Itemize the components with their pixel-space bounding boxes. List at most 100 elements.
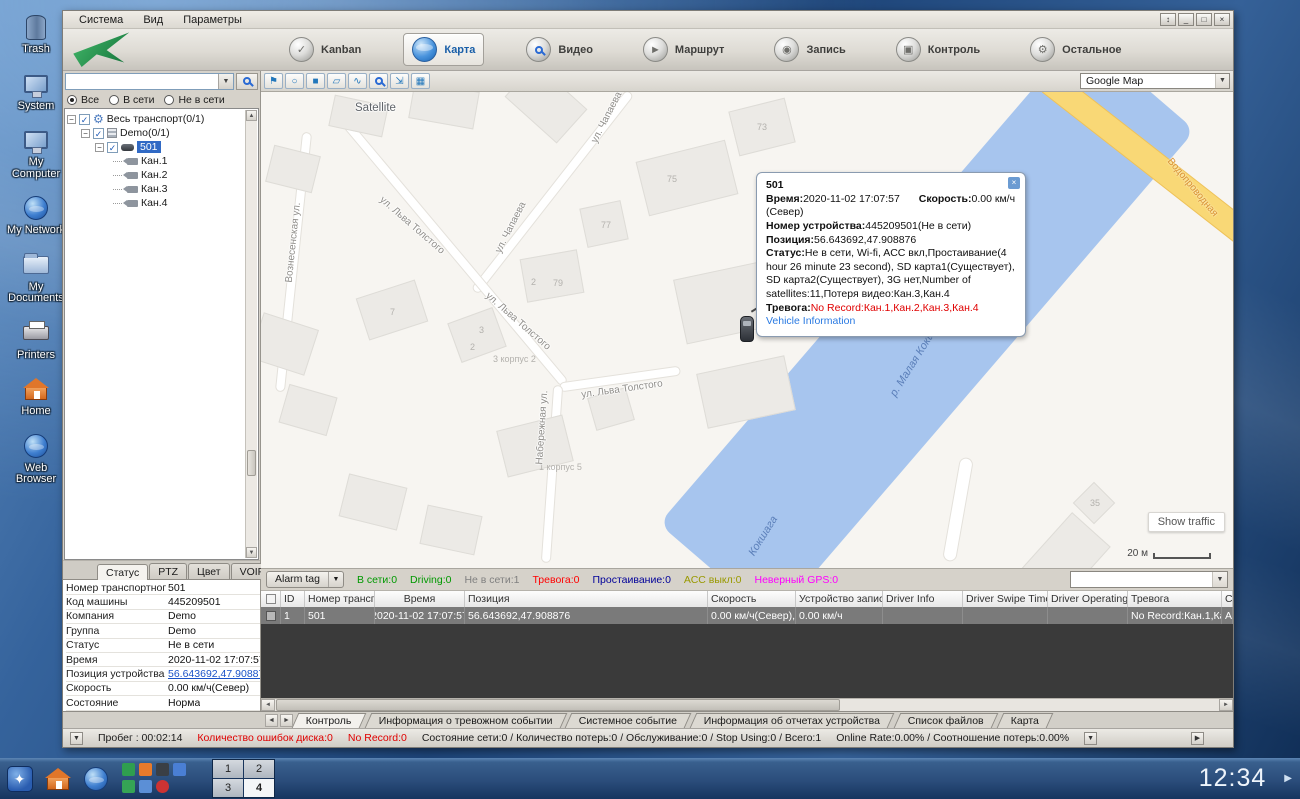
tab-device-reports[interactable]: Информация об отчетах устройства — [690, 713, 895, 728]
tray-icon[interactable] — [173, 763, 186, 776]
polyline-tool-icon[interactable]: ∿ — [348, 73, 367, 89]
checkbox-checked[interactable]: ✓ — [79, 114, 90, 125]
desktop-icon-my-documents[interactable]: My Documents — [4, 250, 68, 305]
tab-color[interactable]: Цвет — [188, 563, 230, 579]
desktop-icon-trash[interactable]: Trash — [4, 12, 68, 56]
toolbar-video-button[interactable]: Видео — [518, 34, 601, 65]
taskbar-home-button[interactable] — [44, 765, 71, 792]
tree-node-channel-3[interactable]: Кан.3 — [67, 182, 256, 196]
tray-icon[interactable] — [156, 780, 169, 793]
toolbar-other-button[interactable]: ⚙ Остальное — [1022, 34, 1129, 65]
zoom-tool-icon[interactable] — [369, 73, 388, 89]
radio-all[interactable] — [67, 95, 77, 105]
alarm-filter-combo[interactable]: ▼ — [1070, 571, 1228, 588]
status-dropdown-icon[interactable]: ▼ — [1084, 732, 1097, 745]
status-dropdown-icon[interactable]: ▼ — [70, 732, 83, 745]
square-tool-icon[interactable]: ■ — [306, 73, 325, 89]
tree-node-channel-4[interactable]: Кан.4 — [67, 196, 256, 210]
menu-parameters[interactable]: Параметры — [173, 14, 252, 26]
tray-icon[interactable] — [139, 763, 152, 776]
tab-map[interactable]: Карта — [996, 713, 1053, 728]
workspace-1[interactable]: 1 — [213, 760, 243, 778]
checkbox-checked[interactable]: ✓ — [107, 142, 118, 153]
scrollbar-thumb[interactable] — [276, 699, 840, 711]
shade-button[interactable]: ↕ — [1160, 13, 1176, 26]
minimize-button[interactable]: _ — [1178, 13, 1194, 26]
menu-system[interactable]: Система — [69, 14, 133, 26]
tree-node-group[interactable]: − ✓ Demo(0/1) — [67, 126, 256, 140]
toolbar-map-button[interactable]: Карта — [403, 33, 484, 66]
position-link[interactable]: 56.643692,47.908876 — [168, 668, 260, 680]
vehicle-information-link[interactable]: Vehicle Information — [766, 315, 855, 327]
scroll-down-icon[interactable]: ▼ — [246, 547, 257, 558]
fullscreen-tool-icon[interactable]: ⇲ — [390, 73, 409, 89]
save-tool-icon[interactable]: ▦ — [411, 73, 430, 89]
desktop-icon-web-browser[interactable]: Web Browser — [4, 431, 68, 486]
alarm-tag-button[interactable]: Alarm tag ▼ — [266, 571, 344, 588]
status-play-icon[interactable]: ▶ — [1191, 732, 1204, 745]
search-button[interactable] — [236, 73, 258, 90]
desktop-icon-my-network[interactable]: My Network — [4, 193, 68, 237]
search-input[interactable] — [66, 75, 218, 88]
taskbar-expand-icon[interactable]: ▶ — [1284, 773, 1292, 784]
taskbar-app-button[interactable]: ✦ — [6, 765, 33, 792]
toolbar-control-button[interactable]: ▣ Контроль — [888, 34, 988, 65]
tabs-scroll-left-icon[interactable]: ◄ — [265, 714, 278, 727]
tray-icon[interactable] — [122, 763, 135, 776]
taskbar-browser-button[interactable] — [82, 765, 109, 792]
tab-file-list[interactable]: Список файлов — [893, 713, 998, 728]
scrollbar-thumb[interactable] — [247, 450, 256, 476]
scroll-up-icon[interactable]: ▲ — [246, 110, 257, 121]
close-button[interactable]: × — [1214, 13, 1230, 26]
map-canvas[interactable]: 73 75 77 79 2 7 3 2 3 корпус 2 1 корпус … — [261, 92, 1233, 568]
radio-online[interactable] — [109, 95, 119, 105]
toolbar-record-button[interactable]: ◉ Запись — [766, 34, 853, 65]
toolbar-route-button[interactable]: ► Маршрут — [635, 34, 733, 65]
checkbox-checked[interactable]: ✓ — [93, 128, 104, 139]
desktop-icon-system[interactable]: System — [4, 69, 68, 113]
show-traffic-button[interactable]: Show traffic — [1148, 512, 1225, 532]
radio-offline[interactable] — [164, 95, 174, 105]
table-row[interactable]: 1 501 2020-11-02 17:07:57 56.643692,47.9… — [261, 607, 1233, 624]
tab-status[interactable]: Статус — [97, 564, 148, 580]
tray-icon[interactable] — [156, 763, 169, 776]
vehicle-marker[interactable] — [740, 316, 754, 342]
tabs-scroll-right-icon[interactable]: ► — [280, 714, 293, 727]
tree-node-channel-1[interactable]: Кан.1 — [67, 154, 256, 168]
map-provider-select[interactable]: Google Map ▼ — [1080, 73, 1230, 89]
popup-close-icon[interactable]: × — [1008, 177, 1020, 189]
tree-node-root[interactable]: − ✓ ⚙ Весь транспорт(0/1) — [67, 112, 256, 126]
combo-dropdown-icon[interactable]: ▼ — [218, 74, 233, 89]
row-checkbox[interactable] — [266, 611, 276, 621]
vehicle-search-combo[interactable]: ▼ — [65, 73, 234, 90]
workspace-3[interactable]: 3 — [213, 779, 243, 797]
tab-control[interactable]: Контроль — [292, 713, 366, 728]
workspace-4-active[interactable]: 4 — [244, 779, 274, 797]
maximize-button[interactable]: □ — [1196, 13, 1212, 26]
menu-view[interactable]: Вид — [133, 14, 173, 26]
collapse-icon[interactable]: − — [67, 115, 76, 124]
tree-node-channel-2[interactable]: Кан.2 — [67, 168, 256, 182]
collapse-icon[interactable]: − — [95, 143, 104, 152]
desktop-icon-home[interactable]: Home — [4, 374, 68, 418]
desktop-icon-printers[interactable]: Printers — [4, 318, 68, 362]
tray-icon[interactable] — [122, 780, 135, 793]
desktop-icon-my-computer[interactable]: My Computer — [4, 125, 68, 180]
layer-satellite[interactable]: Satellite — [355, 102, 396, 114]
select-all-checkbox[interactable] — [266, 594, 276, 604]
tray-icon[interactable] — [139, 780, 152, 793]
collapse-icon[interactable]: − — [81, 129, 90, 138]
polygon-tool-icon[interactable]: ▱ — [327, 73, 346, 89]
scroll-right-icon[interactable]: ► — [1219, 699, 1233, 711]
tab-ptz[interactable]: PTZ — [149, 563, 187, 579]
tree-node-vehicle[interactable]: − ✓ 501 — [67, 140, 256, 154]
workspace-2[interactable]: 2 — [244, 760, 274, 778]
flag-tool-icon[interactable]: ⚑ — [264, 73, 283, 89]
tab-system-events[interactable]: Системное событие — [565, 713, 692, 728]
table-horizontal-scrollbar[interactable]: ◄ ► — [261, 698, 1233, 711]
toolbar-kanban-button[interactable]: ✓ Kanban — [281, 34, 369, 65]
scroll-left-icon[interactable]: ◄ — [261, 699, 275, 711]
circle-tool-icon[interactable]: ○ — [285, 73, 304, 89]
tree-scrollbar[interactable]: ▲ ▼ — [245, 110, 257, 558]
tab-alarm-info[interactable]: Информация о тревожном событии — [364, 713, 566, 728]
